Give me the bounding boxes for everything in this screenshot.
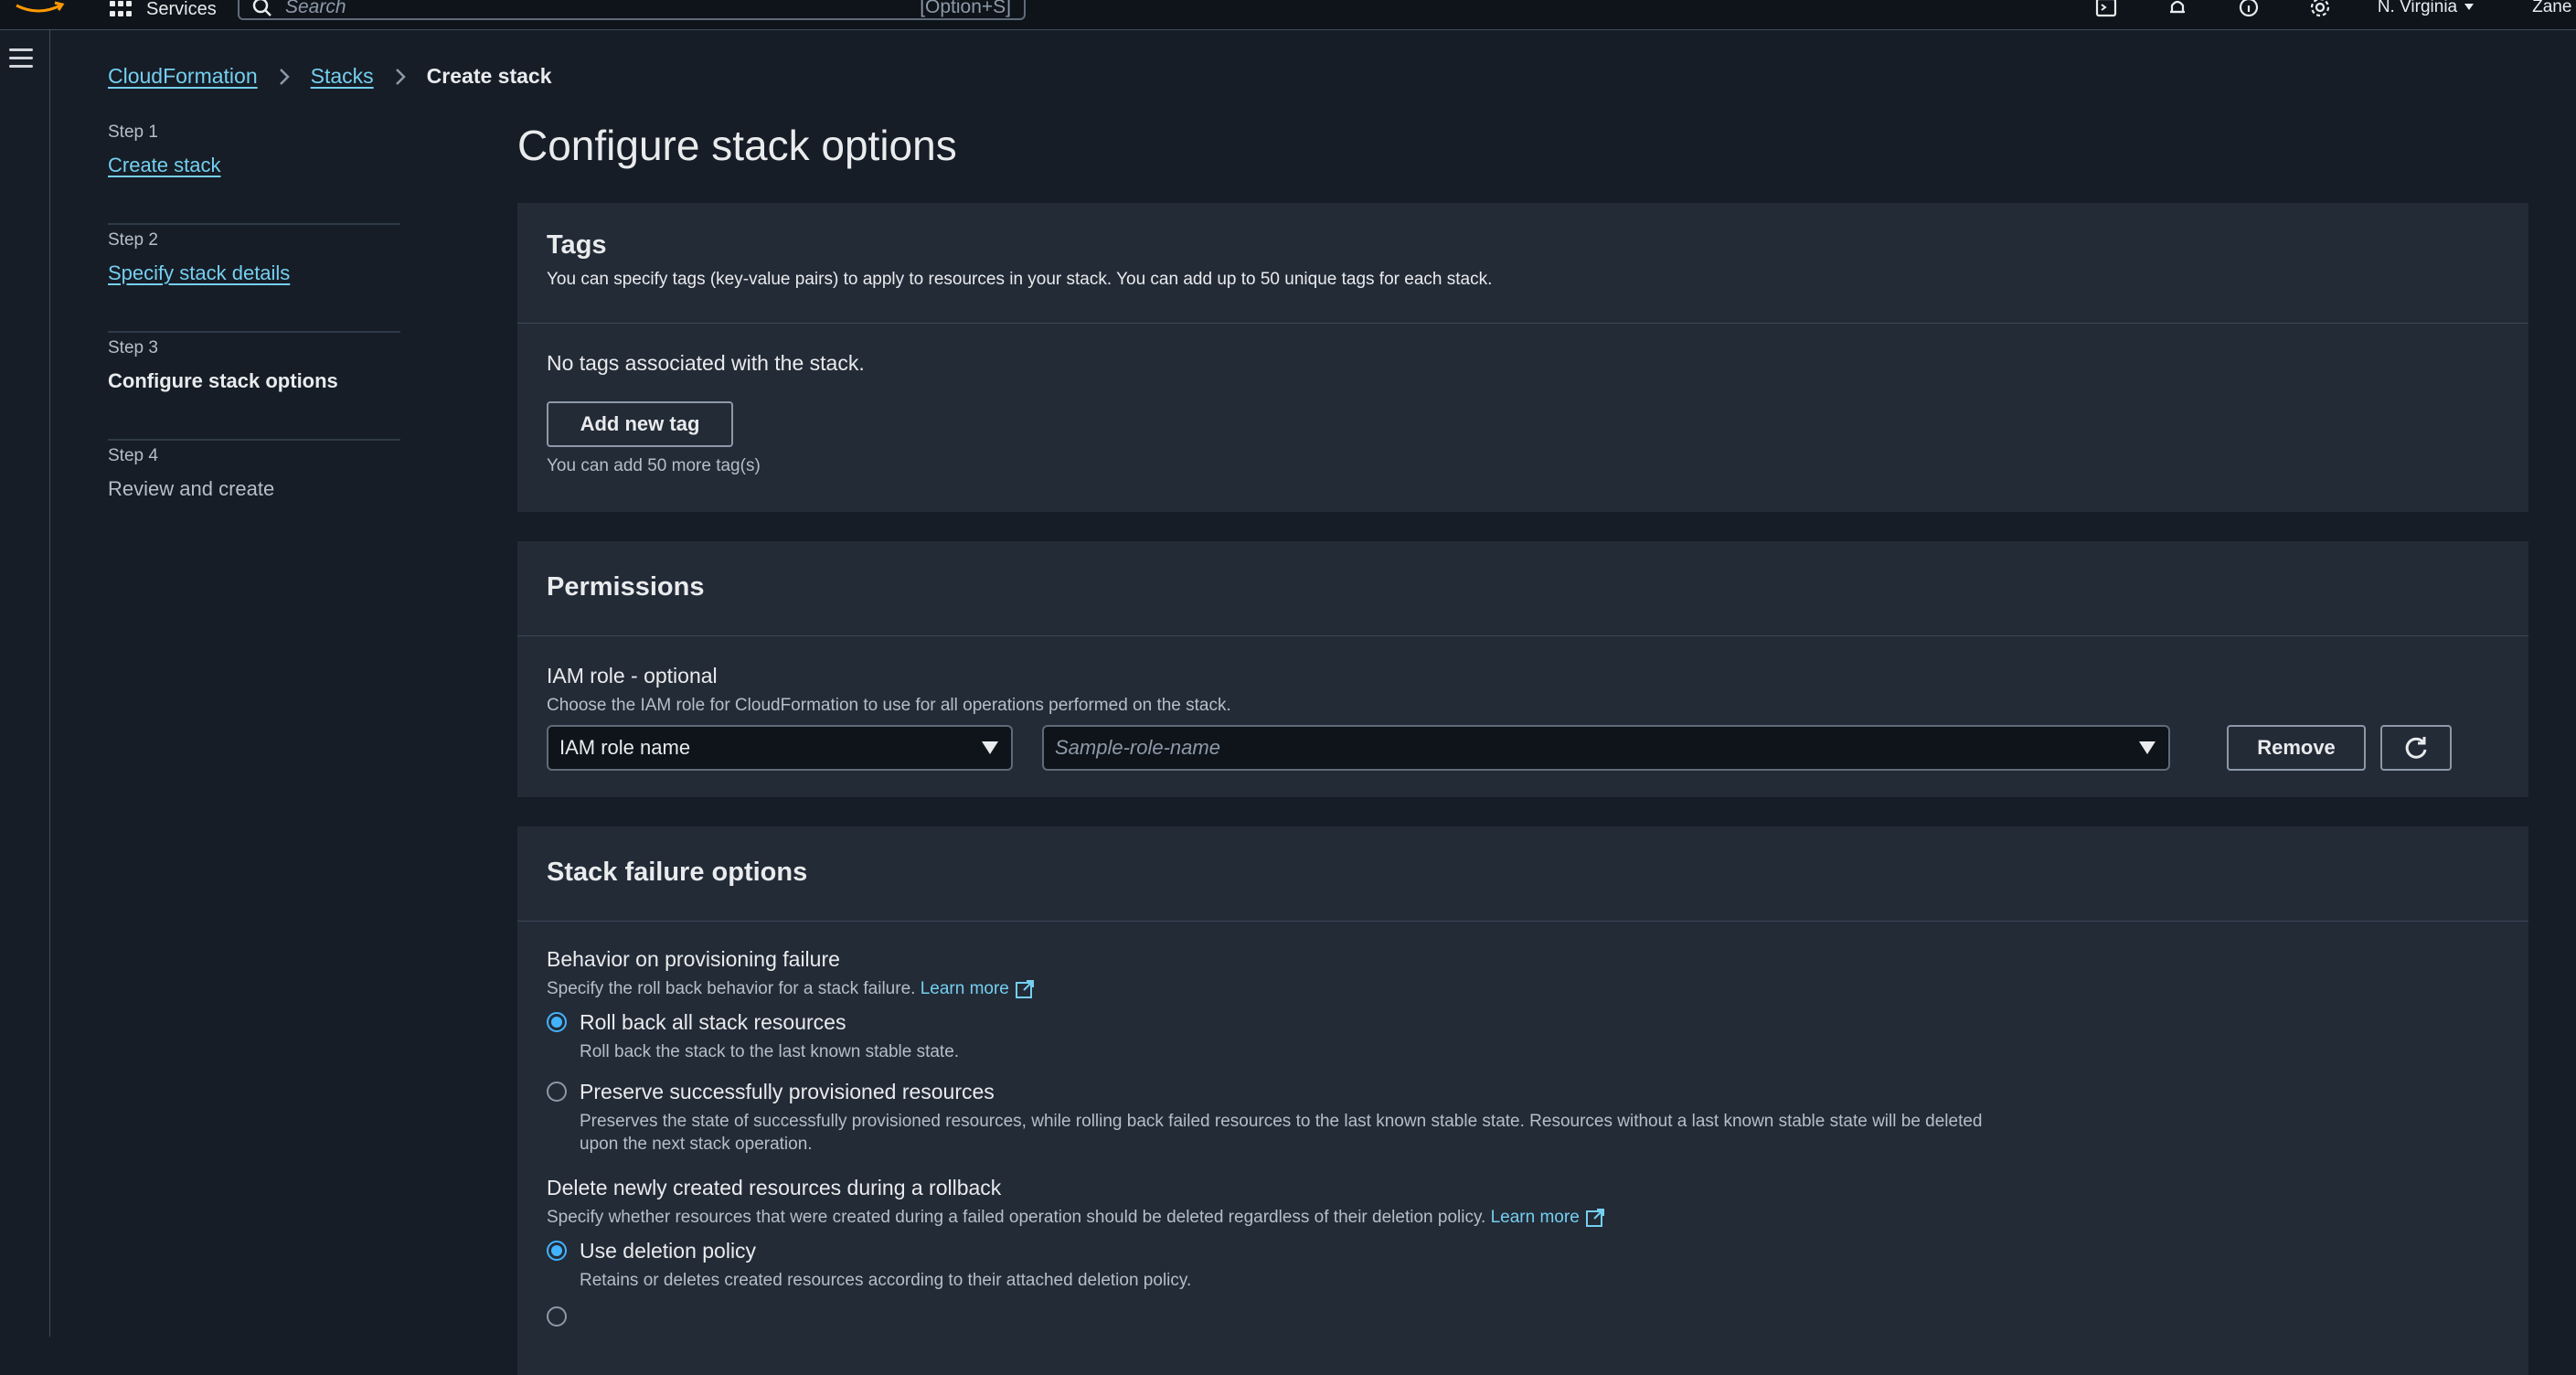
stack-failure-options-panel: Stack failure options Behavior on provis…: [517, 826, 2528, 1375]
top-navigation-bar: Services Search [Option+S] N. Virginia Z…: [0, 0, 2576, 30]
delete-description: Specify whether resources that were crea…: [547, 1208, 2499, 1228]
permissions-title: Permissions: [547, 572, 705, 602]
radio-option-rollback-all[interactable]: Roll back all stack resources Roll back …: [547, 1010, 2499, 1063]
stack-failure-title: Stack failure options: [547, 858, 808, 887]
iam-role-name-select[interactable]: Sample-role-name: [1042, 725, 2170, 771]
caret-down-icon: [982, 741, 998, 754]
tags-description: You can specify tags (key-value pairs) t…: [547, 270, 1493, 289]
stack-failure-panel-header: Stack failure options: [517, 826, 2528, 922]
notifications-icon[interactable]: [2164, 0, 2191, 18]
tags-empty-message: No tags associated with the stack.: [547, 351, 865, 375]
add-new-tag-button[interactable]: Add new tag: [547, 401, 733, 447]
iam-role-label: IAM role - optional: [547, 664, 718, 688]
step-number: Step 1: [108, 123, 158, 142]
search-icon: [252, 0, 271, 16]
region-label: N. Virginia: [2377, 0, 2458, 16]
step-number: Step 2: [108, 230, 158, 250]
delete-description-text: Specify whether resources that were crea…: [547, 1208, 1486, 1227]
permissions-panel-header: Permissions: [517, 541, 2528, 636]
radio-label: Roll back all stack resources: [580, 1010, 846, 1034]
delete-label: Delete newly created resources during a …: [547, 1176, 1002, 1199]
tags-remaining-hint: You can add 50 more tag(s): [547, 456, 761, 475]
wizard-step-2: Step 2 Specify stack details: [108, 225, 400, 333]
services-menu[interactable]: Services: [110, 0, 217, 19]
wizard-step-4: Step 4 Review and create: [108, 441, 400, 549]
aws-logo[interactable]: [13, 0, 66, 20]
step-number: Step 4: [108, 446, 158, 465]
top-right-controls: N. Virginia Zane @: [2092, 0, 2576, 18]
radio-description: Preserves the state of successfully prov…: [580, 1112, 1983, 1154]
tags-title: Tags: [547, 230, 607, 260]
step-link-specify-stack-details[interactable]: Specify stack details: [108, 261, 290, 285]
tags-panel: Tags You can specify tags (key-value pai…: [517, 203, 2528, 512]
learn-more-label: Learn more: [920, 979, 1009, 998]
menu-hamburger-icon[interactable]: [9, 48, 33, 70]
radio-button-selected[interactable]: [547, 1241, 567, 1261]
step-review-and-create: Review and create: [108, 477, 275, 500]
radio-button[interactable]: [547, 1306, 567, 1327]
iam-role-type-select[interactable]: IAM role name: [547, 725, 1013, 771]
services-label: Services: [146, 0, 217, 19]
refresh-icon: [2405, 737, 2427, 759]
step-current-configure-stack-options: Configure stack options: [108, 369, 338, 392]
learn-more-link[interactable]: Learn more: [921, 979, 1035, 999]
breadcrumb-current: Create stack: [426, 64, 552, 88]
side-navigation-rail: [0, 30, 50, 1337]
refresh-roles-button[interactable]: [2380, 725, 2452, 771]
radio-button-selected[interactable]: [547, 1012, 567, 1032]
iam-role-description: Choose the IAM role for CloudFormation t…: [547, 696, 1231, 715]
radio-label: Preserve successfully provisioned resour…: [580, 1080, 995, 1103]
permissions-panel: Permissions IAM role - optional Choose t…: [517, 541, 2528, 797]
breadcrumb-cloudformation[interactable]: CloudFormation: [108, 64, 258, 89]
radio-description: Retains or deletes created resources acc…: [580, 1271, 1192, 1290]
iam-role-name-placeholder: Sample-role-name: [1055, 736, 1220, 759]
wizard-steps: Step 1 Create stack Step 2 Specify stack…: [108, 117, 400, 549]
breadcrumb: CloudFormation Stacks Create stack: [108, 64, 551, 89]
behavior-description: Specify the roll back behavior for a sta…: [547, 979, 2499, 999]
page-title: Configure stack options: [517, 122, 957, 169]
search-input[interactable]: Search [Option+S]: [238, 0, 1026, 20]
region-selector[interactable]: N. Virginia: [2377, 0, 2475, 17]
radio-description: Roll back the stack to the last known st…: [580, 1042, 960, 1061]
behavior-label: Behavior on provisioning failure: [547, 947, 840, 971]
delete-on-rollback-group: Delete newly created resources during a …: [547, 1176, 2499, 1327]
wizard-step-1: Step 1 Create stack: [108, 117, 400, 225]
account-menu[interactable]: Zane @: [2532, 0, 2576, 17]
remove-role-button[interactable]: Remove: [2227, 725, 2366, 771]
learn-more-label: Learn more: [1490, 1208, 1580, 1227]
step-number: Step 3: [108, 338, 158, 357]
help-icon[interactable]: [2235, 0, 2262, 18]
behavior-description-text: Specify the roll back behavior for a sta…: [547, 979, 916, 998]
external-link-icon: [1015, 980, 1034, 998]
search-shortcut: [Option+S]: [920, 0, 1011, 17]
caret-down-icon: [2139, 741, 2156, 754]
wizard-step-3: Step 3 Configure stack options: [108, 333, 400, 441]
radio-option-preserve-provisioned[interactable]: Preserve successfully provisioned resour…: [547, 1080, 2499, 1156]
cloudshell-icon[interactable]: [2092, 0, 2120, 18]
tags-panel-header: Tags You can specify tags (key-value pai…: [517, 203, 2528, 324]
provisioning-failure-group: Behavior on provisioning failure Specify…: [547, 947, 2499, 1156]
learn-more-link[interactable]: Learn more: [1491, 1208, 1605, 1228]
chevron-right-icon: [395, 68, 406, 85]
iam-role-type-value: IAM role name: [559, 736, 691, 759]
chevron-right-icon: [279, 68, 290, 85]
settings-gear-icon[interactable]: [2306, 0, 2334, 18]
radio-button[interactable]: [547, 1082, 567, 1102]
grid-icon: [110, 1, 132, 17]
step-link-create-stack[interactable]: Create stack: [108, 154, 221, 177]
radio-option-use-deletion-policy[interactable]: Use deletion policy Retains or deletes c…: [547, 1239, 2499, 1292]
external-link-icon: [1585, 1209, 1604, 1227]
caret-down-icon: [2464, 4, 2475, 10]
search-placeholder: Search: [285, 0, 346, 17]
breadcrumb-stacks[interactable]: Stacks: [311, 64, 374, 89]
radio-label: Use deletion policy: [580, 1239, 757, 1263]
radio-option-next-partial[interactable]: [547, 1305, 2499, 1327]
